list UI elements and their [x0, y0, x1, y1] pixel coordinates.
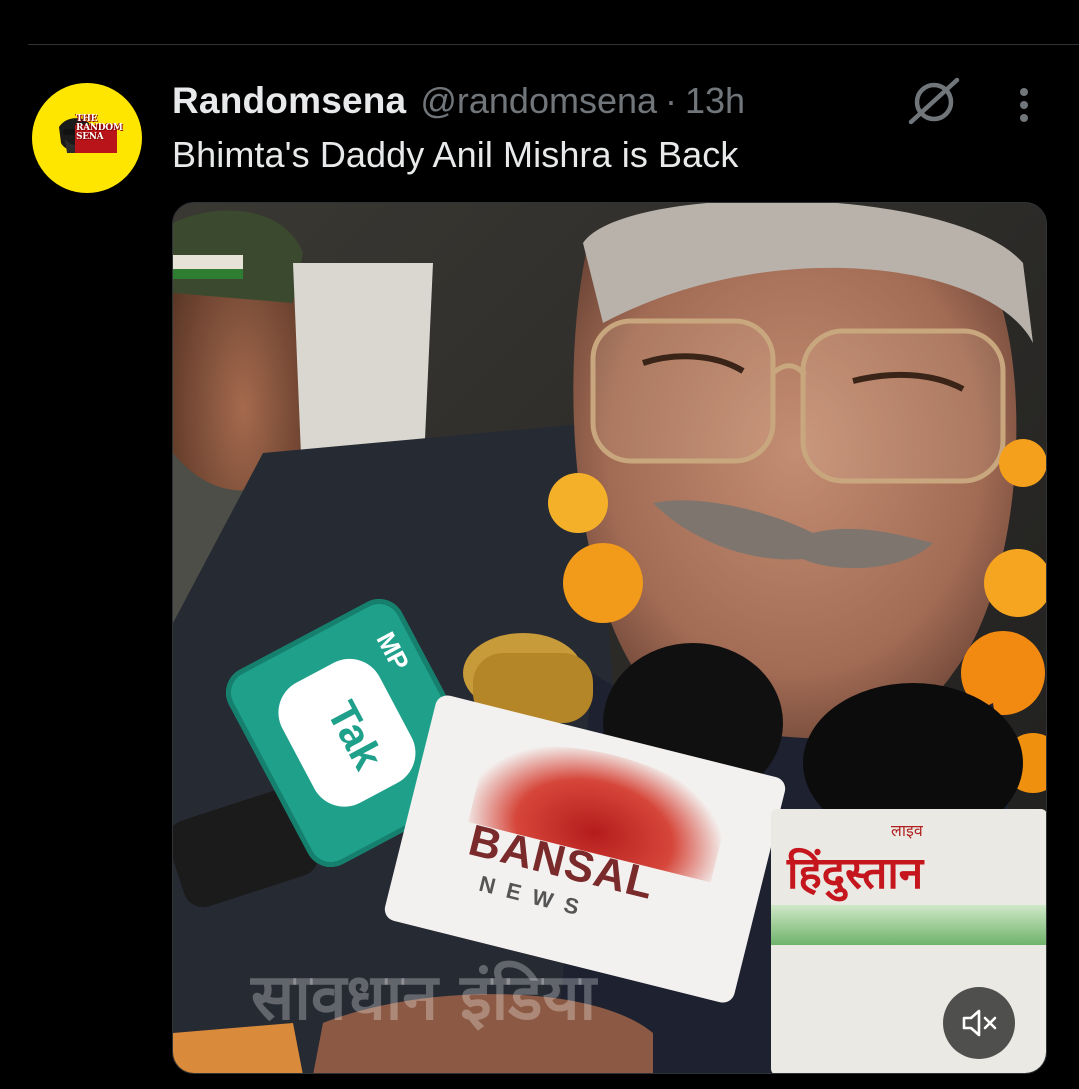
avatar[interactable]: THE RANDOM SENA	[32, 83, 142, 193]
speaker-muted-icon	[962, 1009, 997, 1037]
more-dots-icon[interactable]	[1004, 84, 1044, 126]
video-watermark: सावधान इंडिया	[251, 961, 597, 1035]
grok-icon[interactable]	[905, 74, 963, 128]
tweet-text: Bhimta's Daddy Anil Mishra is Back	[172, 134, 739, 175]
user-handle[interactable]: @randomsena	[420, 80, 657, 122]
hindustan-top-text: लाइव	[891, 821, 923, 840]
mp-tak-logo: Tak	[318, 693, 393, 777]
tweet[interactable]: THE RANDOM SENA Randomsena @randomsena ·…	[0, 0, 1079, 1074]
timestamp[interactable]: 13h	[685, 80, 745, 122]
page: THE RANDOM SENA Randomsena @randomsena ·…	[0, 0, 1079, 1089]
avatar-logo-text: THE RANDOM SENA	[76, 114, 123, 142]
video-media[interactable]: Tak MP BANSAL NEWS लाइव हिंदुस्तान सावधा…	[172, 202, 1047, 1074]
display-name[interactable]: Randomsena	[172, 80, 406, 122]
hindustan-green-band	[771, 905, 1046, 945]
mp-tak-prefix: MP	[370, 626, 416, 676]
tweet-header: Randomsena @randomsena · 13h	[172, 78, 745, 124]
separator-dot: ·	[665, 80, 678, 121]
mute-button[interactable]	[943, 987, 1015, 1059]
hindustan-logo-text: हिंदुस्तान	[787, 848, 924, 899]
